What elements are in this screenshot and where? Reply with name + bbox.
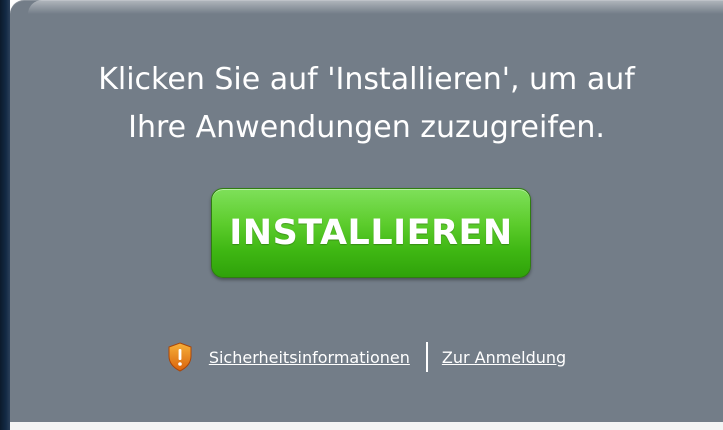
dialog-top-highlight <box>28 0 723 14</box>
message-line-1: Klicken Sie auf 'Installieren', um auf <box>98 62 635 97</box>
background-window-edge <box>0 0 10 430</box>
bottom-edge <box>10 422 723 430</box>
install-dialog: Klicken Sie auf 'Installieren', um auf I… <box>10 0 723 422</box>
install-button[interactable]: INSTALLIEREN <box>211 188 531 278</box>
security-info-link[interactable]: Sicherheitsinformationen <box>209 348 410 367</box>
install-message: Klicken Sie auf 'Installieren', um auf I… <box>10 56 723 152</box>
login-link[interactable]: Zur Anmeldung <box>442 348 566 367</box>
footer-links: Sicherheitsinformationen Zur Anmeldung <box>10 342 723 372</box>
message-line-2: Ihre Anwendungen zuzugreifen. <box>128 110 605 145</box>
shield-warning-icon <box>168 342 192 372</box>
link-separator <box>425 342 428 372</box>
